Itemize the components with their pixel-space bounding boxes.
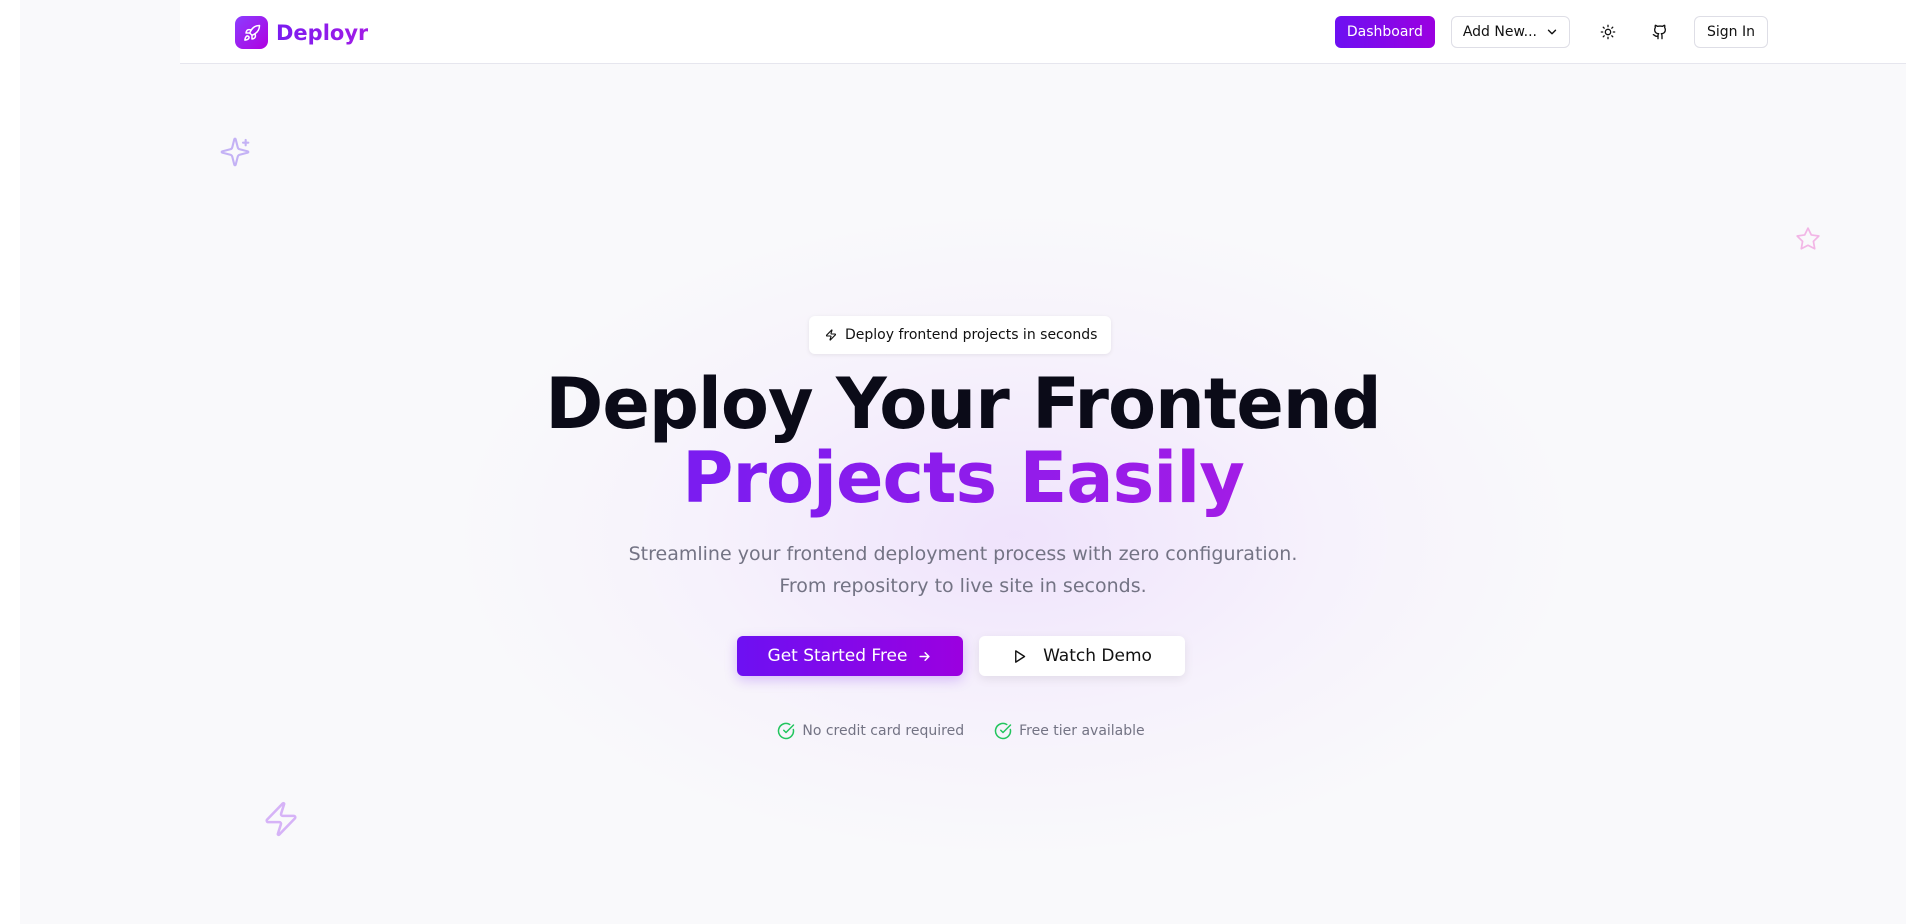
get-started-label: Get Started Free xyxy=(767,646,908,666)
hero-badge: Deploy frontend projects in seconds xyxy=(809,316,1112,354)
dashboard-button[interactable]: Dashboard xyxy=(1334,16,1435,48)
hero-subtitle-line2: From repository to live site in seconds. xyxy=(779,575,1147,597)
watch-demo-button[interactable]: Watch Demo xyxy=(979,636,1185,676)
rocket-icon xyxy=(235,16,268,49)
top-navbar: Deploy­r Dashboard Add New... Sign In xyxy=(180,0,1906,64)
perk-text: No credit card required xyxy=(802,723,965,739)
theme-toggle-button[interactable] xyxy=(1592,16,1624,48)
zap-icon xyxy=(825,329,837,341)
github-link-button[interactable] xyxy=(1644,16,1676,48)
zap-icon xyxy=(265,801,297,837)
hero-badge-text: Deploy frontend projects in seconds xyxy=(845,327,1098,343)
hero-title-line1: Deploy Your Frontend xyxy=(545,363,1382,445)
play-icon xyxy=(1015,649,1026,663)
landing-page: Deploy­r Dashboard Add New... Sign In xyxy=(20,0,1906,924)
hero-title-highlight: Projects Easily xyxy=(682,437,1245,519)
sparkles-icon xyxy=(220,137,250,167)
hero-subtitle-line1: Streamline your frontend deployment proc… xyxy=(628,543,1298,565)
check-circle-icon xyxy=(994,722,1012,740)
sign-in-button[interactable]: Sign In xyxy=(1694,16,1768,48)
nav-actions: Dashboard Add New... Sign In xyxy=(1334,16,1768,48)
add-new-label: Add New... xyxy=(1462,24,1537,40)
chevron-down-icon xyxy=(1547,29,1557,35)
watch-demo-label: Watch Demo xyxy=(1043,646,1152,666)
perk-text: Free tier available xyxy=(1019,723,1145,739)
star-icon xyxy=(1796,227,1820,250)
github-icon xyxy=(1652,24,1667,40)
brand-name: Deploy­r xyxy=(276,20,369,45)
add-new-dropdown[interactable]: Add New... xyxy=(1450,16,1570,48)
sun-icon xyxy=(1600,24,1616,40)
perk-item: Free tier available xyxy=(994,722,1145,740)
brand-logo-link[interactable]: Deploy­r xyxy=(235,16,368,49)
get-started-button[interactable]: Get Started Free xyxy=(737,636,963,676)
hero-title-line2: Projects Easily xyxy=(20,436,1906,520)
hero-cta-group: Get Started Free Watch Demo xyxy=(20,636,1906,676)
check-circle-icon xyxy=(778,722,795,740)
perk-item: No credit card required xyxy=(777,722,964,740)
background-glow xyxy=(450,210,1580,860)
hero-perks: No credit card required Free tier availa… xyxy=(20,722,1906,740)
arrow-right-icon xyxy=(919,651,931,661)
